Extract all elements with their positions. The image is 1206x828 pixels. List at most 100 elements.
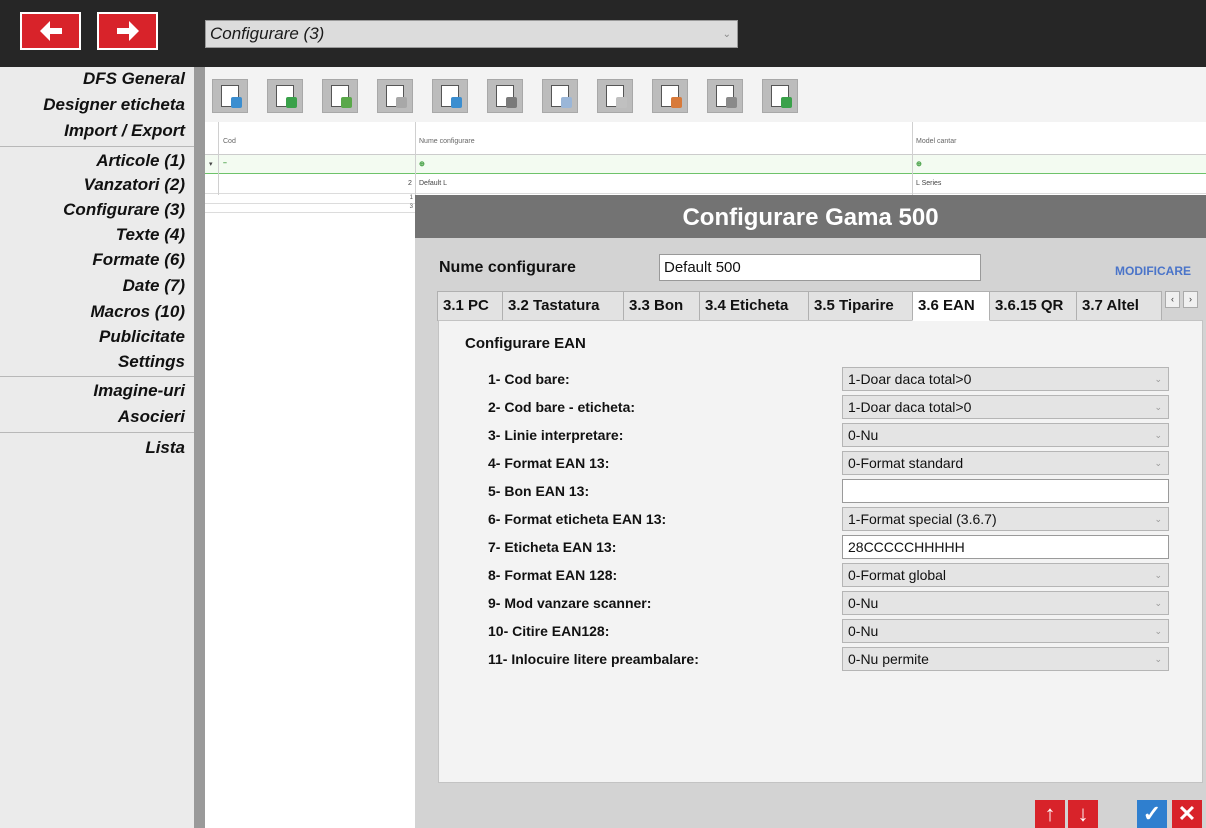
cancel-button[interactable]: ✕	[1172, 800, 1202, 828]
move-down-button[interactable]: ↓	[1068, 800, 1098, 828]
tab-qr[interactable]: 3.6.15 QR	[989, 291, 1077, 321]
confirm-button[interactable]: ✓	[1137, 800, 1167, 828]
field-label: 3- Linie interpretare:	[488, 427, 624, 443]
print-preview-button[interactable]	[652, 79, 688, 113]
row-cod: 3	[409, 204, 413, 210]
sidebar-item-articole[interactable]: Articole (1)	[96, 151, 185, 171]
mod-vanzare-scanner-select[interactable]: 0-Nu ⌄	[842, 591, 1169, 615]
new-row-model[interactable]: ⊕	[916, 160, 922, 168]
citire-ean128-select[interactable]: 0-Nu ⌄	[842, 619, 1169, 643]
modify-link[interactable]: MODIFICARE	[1115, 264, 1191, 278]
refresh-button[interactable]	[432, 79, 468, 113]
table-row[interactable]: 2 Default L L Series	[205, 175, 1206, 194]
panel-title: Configurare EAN	[465, 335, 586, 352]
sidebar-divider	[0, 432, 194, 433]
field-label: 8- Format EAN 128:	[488, 567, 618, 583]
new-row-nume[interactable]: ⊕	[419, 160, 425, 168]
format-ean13-select[interactable]: 0-Format standard ⌄	[842, 451, 1169, 475]
back-button[interactable]	[20, 12, 81, 50]
sidebar-item-lista[interactable]: Lista	[145, 438, 185, 458]
bon-ean13-input[interactable]	[842, 479, 1169, 503]
tab-scroll-right-button[interactable]: ›	[1183, 291, 1198, 308]
sidebar-divider	[0, 146, 194, 147]
name-input[interactable]	[659, 254, 981, 281]
sidebar-item-settings[interactable]: Settings	[118, 352, 185, 372]
field-label: 5- Bon EAN 13:	[488, 483, 590, 499]
configurations-grid: Cod Nume configurare Model cantar ▾ – ⊕ …	[205, 122, 1206, 202]
configuration-dialog: Configurare Gama 500 Nume configurare MO…	[415, 195, 1206, 828]
sidebar-item-macros[interactable]: Macros (10)	[91, 302, 185, 322]
table-row-new[interactable]: ▾ – ⊕ ⊕	[205, 155, 1206, 174]
linie-interpretare-select[interactable]: 0-Nu ⌄	[842, 423, 1169, 447]
format-eticheta-ean13-select[interactable]: 1-Format special (3.6.7) ⌄	[842, 507, 1169, 531]
table-row[interactable]: 1	[205, 195, 415, 204]
columns-button[interactable]	[542, 79, 578, 113]
export-button[interactable]	[267, 79, 303, 113]
sidebar-item-texte[interactable]: Texte (4)	[116, 225, 185, 245]
exit-icon	[771, 85, 792, 108]
column-header-cod[interactable]: Cod	[223, 138, 236, 145]
column-header-model[interactable]: Model cantar	[916, 138, 956, 145]
move-up-button[interactable]: ↑	[1035, 800, 1065, 828]
sidebar-item-vanzatori[interactable]: Vanzatori (2)	[84, 175, 185, 195]
field-label: 7- Eticheta EAN 13:	[488, 539, 617, 555]
sidebar-item-designer-eticheta[interactable]: Designer eticheta	[43, 95, 185, 115]
tab-altele[interactable]: 3.7 Altel	[1076, 291, 1162, 321]
tab-tiparire[interactable]: 3.5 Tiparire	[808, 291, 913, 321]
chevron-down-icon: ⌄	[1154, 654, 1162, 664]
column-header-nume[interactable]: Nume configurare	[419, 138, 475, 145]
new-row-cod[interactable]: –	[223, 160, 227, 167]
exit-button[interactable]	[762, 79, 798, 113]
tab-eticheta[interactable]: 3.4 Eticheta	[699, 291, 809, 321]
forward-button[interactable]	[97, 12, 158, 50]
row-cod: 1	[409, 195, 413, 201]
cod-bare-eticheta-select[interactable]: 1-Doar daca total>0 ⌄	[842, 395, 1169, 419]
sidebar-item-formate[interactable]: Formate (6)	[92, 250, 185, 270]
tab-pc[interactable]: 3.1 PC	[437, 291, 503, 321]
sidebar: DFS General Designer eticheta Import / E…	[0, 67, 194, 828]
print-button[interactable]	[707, 79, 743, 113]
grid-line	[912, 122, 913, 202]
edit-button[interactable]	[322, 79, 358, 113]
list-icon	[606, 85, 627, 108]
row-nume: Default L	[419, 180, 448, 187]
export-icon	[276, 85, 297, 108]
print-icon	[716, 85, 737, 108]
list-button[interactable]	[597, 79, 633, 113]
sidebar-item-publicitate[interactable]: Publicitate	[99, 327, 185, 347]
field-label: 9- Mod vanzare scanner:	[488, 595, 652, 611]
table-row[interactable]: 3	[205, 204, 415, 213]
cod-bare-select[interactable]: 1-Doar daca total>0 ⌄	[842, 367, 1169, 391]
sidebar-item-imagine-uri[interactable]: Imagine-uri	[93, 381, 185, 401]
grid-left-column: 1 3	[205, 195, 415, 828]
arrow-down-icon: ↓	[1077, 801, 1089, 826]
copy-button[interactable]	[487, 79, 523, 113]
eticheta-ean13-input[interactable]	[842, 535, 1169, 559]
chevron-down-icon: ⌄	[1154, 598, 1162, 608]
row-indicator-icon: ▾	[209, 161, 213, 168]
sidebar-divider	[0, 376, 194, 377]
format-ean128-select[interactable]: 0-Format global ⌄	[842, 563, 1169, 587]
configuration-select[interactable]: Configurare (3) ⌄	[205, 20, 738, 48]
sidebar-item-import-export[interactable]: Import / Export	[64, 121, 185, 141]
field-label: 4- Format EAN 13:	[488, 455, 610, 471]
tab-scroll-left-button[interactable]: ‹	[1165, 291, 1180, 308]
sidebar-item-configurare[interactable]: Configurare (3)	[63, 200, 185, 220]
copy-icon	[496, 85, 517, 108]
sidebar-splitter[interactable]	[194, 67, 205, 828]
arrow-right-icon	[116, 21, 139, 41]
sidebar-item-asocieri[interactable]: Asocieri	[118, 407, 185, 427]
tab-ean[interactable]: 3.6 EAN	[912, 291, 990, 321]
field-label: 2- Cod bare - eticheta:	[488, 399, 636, 415]
select-value: 0-Format standard	[848, 455, 964, 471]
view-button[interactable]	[212, 79, 248, 113]
tab-tastatura[interactable]: 3.2 Tastatura	[502, 291, 624, 321]
sidebar-item-dfs-general[interactable]: DFS General	[83, 69, 185, 89]
delete-button[interactable]	[377, 79, 413, 113]
field-label: 10- Citire EAN128:	[488, 623, 610, 639]
sidebar-item-date[interactable]: Date (7)	[123, 276, 185, 296]
chevron-down-icon: ⌄	[1154, 458, 1162, 468]
inlocuire-litere-select[interactable]: 0-Nu permite ⌄	[842, 647, 1169, 671]
tab-bon[interactable]: 3.3 Bon	[623, 291, 700, 321]
arrow-up-icon: ↑	[1044, 801, 1056, 826]
